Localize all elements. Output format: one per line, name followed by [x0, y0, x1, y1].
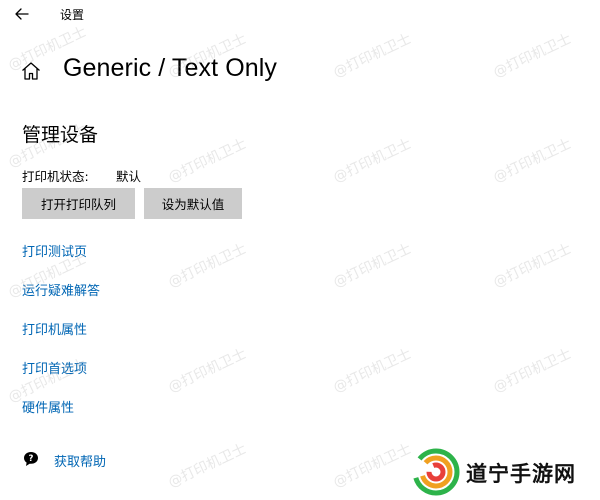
run-troubleshooter-link[interactable]: 运行疑难解答	[22, 280, 100, 299]
back-button[interactable]	[12, 4, 32, 24]
help-chat-icon: ?	[24, 452, 38, 466]
watermark-text: @打印机卫士	[165, 240, 249, 291]
printer-properties-link[interactable]: 打印机属性	[22, 319, 87, 338]
open-print-queue-button[interactable]: 打开打印队列	[22, 188, 135, 219]
svg-text:?: ?	[29, 454, 34, 464]
watermark-text: @打印机卫士	[330, 345, 414, 396]
printer-status: 打印机状态: 默认	[22, 166, 141, 185]
get-help-label: 获取帮助	[54, 455, 107, 470]
title-bar: 设置	[0, 0, 600, 28]
section-title: 管理设备	[22, 124, 99, 146]
printer-status-label: 打印机状态:	[22, 169, 89, 184]
swirl-logo-icon	[412, 448, 460, 496]
watermark-text: @打印机卫士	[490, 240, 574, 291]
watermark-text: @打印机卫士	[490, 345, 574, 396]
watermark-text: @打印机卫士	[330, 135, 414, 186]
page-title: Generic / Text Only	[63, 54, 278, 82]
set-default-button[interactable]: 设为默认值	[144, 188, 242, 219]
print-test-page-link[interactable]: 打印测试页	[22, 241, 87, 260]
watermark-text: @打印机卫士	[330, 30, 414, 81]
printer-status-value: 默认	[116, 169, 142, 184]
watermark-text: @打印机卫士	[490, 135, 574, 186]
brand-name: 道宁手游网	[466, 462, 576, 486]
app-title: 设置	[60, 8, 85, 22]
watermark-text: @打印机卫士	[165, 135, 249, 186]
back-arrow-icon	[15, 8, 29, 20]
watermark-text: @打印机卫士	[490, 30, 574, 81]
watermark-text: @打印机卫士	[165, 345, 249, 396]
watermark-text: @打印机卫士	[165, 440, 249, 491]
printing-preferences-link[interactable]: 打印首选项	[22, 358, 87, 377]
hardware-properties-link[interactable]: 硬件属性	[22, 397, 74, 416]
watermark-text: @打印机卫士	[330, 240, 414, 291]
watermark-text: @打印机卫士	[330, 440, 414, 491]
home-icon	[22, 62, 40, 80]
